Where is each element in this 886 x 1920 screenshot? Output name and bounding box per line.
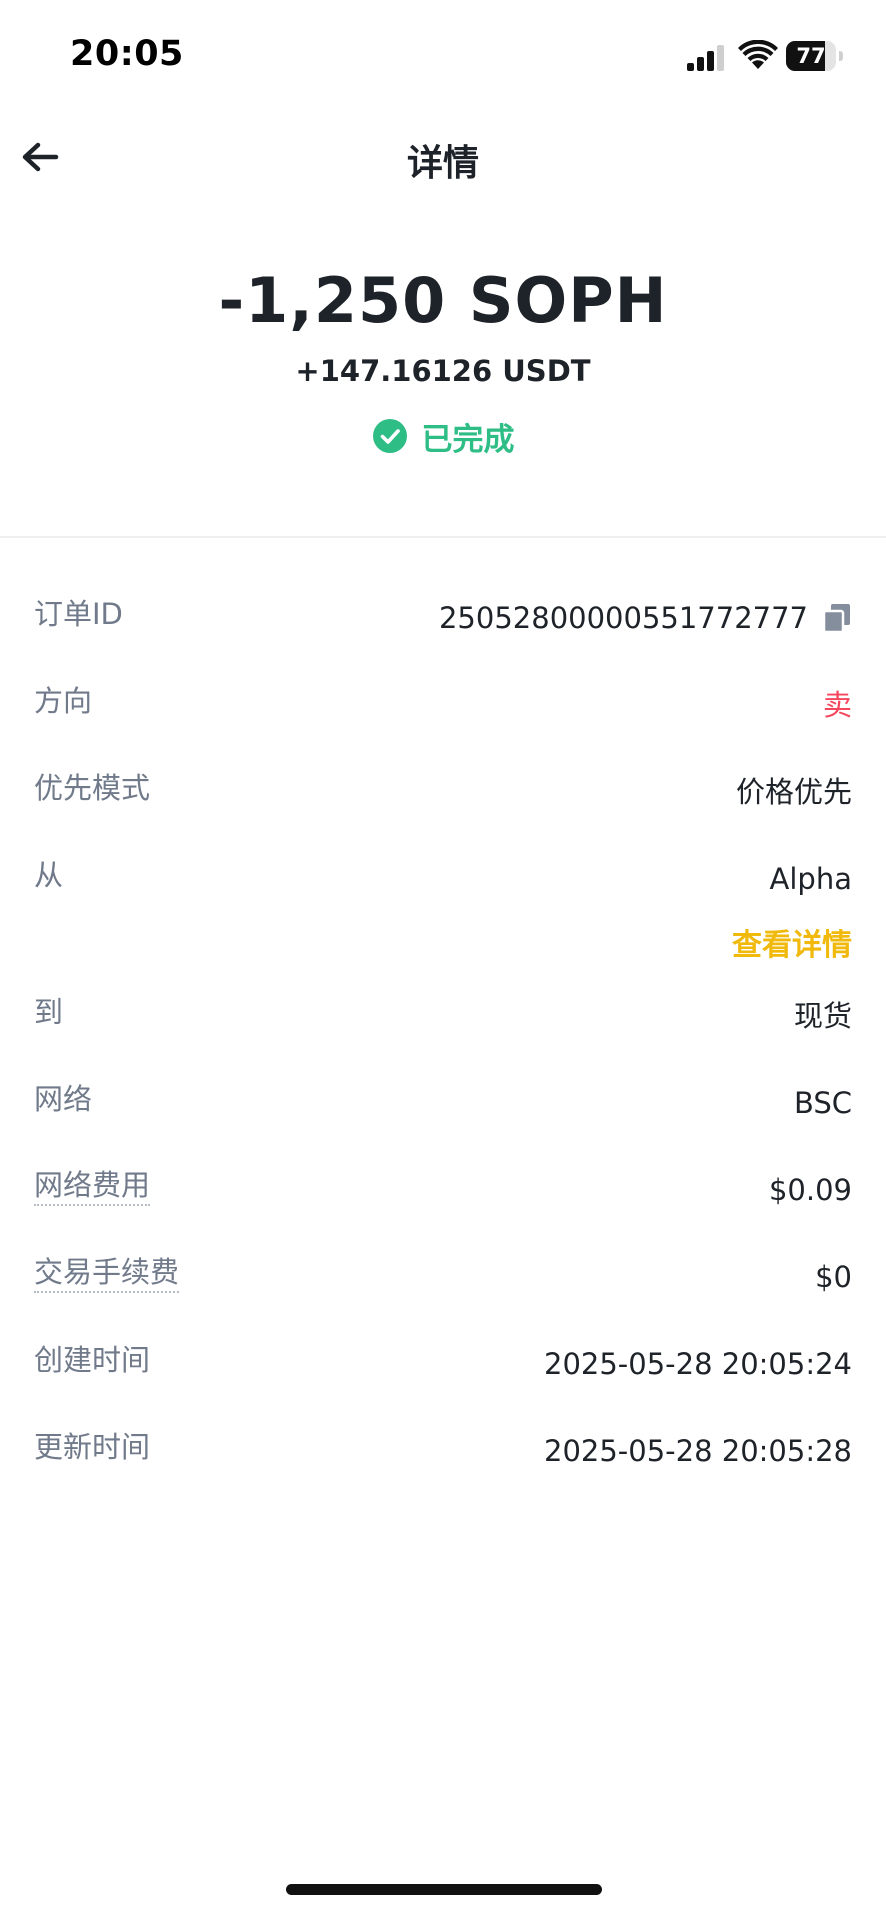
battery-icon: 77 bbox=[786, 41, 844, 71]
network-fee-label[interactable]: 网络费用 bbox=[34, 1166, 151, 1206]
check-circle-icon bbox=[372, 419, 407, 453]
from-value: Alpha bbox=[769, 862, 852, 896]
from-label: 从 bbox=[34, 858, 64, 892]
network-value: BSC bbox=[793, 1086, 852, 1120]
row-trading-fee: 交易手续费 $0 bbox=[34, 1253, 852, 1303]
wifi-icon bbox=[738, 40, 778, 69]
row-direction: 方向 卖 bbox=[34, 681, 852, 731]
trading-fee-label[interactable]: 交易手续费 bbox=[34, 1253, 180, 1293]
updated-time-label: 更新时间 bbox=[34, 1430, 151, 1464]
order-id-value: 25052800000551772777 bbox=[438, 601, 808, 635]
copy-icon[interactable] bbox=[822, 602, 852, 634]
row-order-id: 订单ID 25052800000551772777 bbox=[34, 594, 852, 644]
received-amount: +147.16126 USDT bbox=[295, 354, 591, 388]
status-line: 已完成 bbox=[0, 416, 886, 458]
sold-amount: -1,250 SOPH bbox=[218, 264, 668, 337]
row-network: 网络 BSC bbox=[34, 1079, 852, 1129]
to-label: 到 bbox=[34, 995, 64, 1029]
created-time-value: 2025-05-28 20:05:24 bbox=[544, 1347, 852, 1381]
network-fee-value: $0.09 bbox=[768, 1173, 852, 1207]
direction-value: 卖 bbox=[822, 688, 852, 722]
row-network-fee: 网络费用 $0.09 bbox=[34, 1166, 852, 1216]
battery-tip bbox=[839, 51, 843, 61]
direction-label: 方向 bbox=[34, 684, 93, 718]
status-bar: 20:05 77 bbox=[0, 0, 886, 112]
row-to: 到 现货 bbox=[34, 992, 852, 1042]
battery-body: 77 bbox=[786, 41, 836, 71]
trading-fee-value: $0 bbox=[815, 1260, 852, 1294]
page-title: 详情 bbox=[406, 143, 479, 184]
home-indicator bbox=[286, 1884, 602, 1895]
priority-mode-label: 优先模式 bbox=[34, 771, 151, 805]
created-time-label: 创建时间 bbox=[34, 1343, 151, 1377]
order-id-label: 订单ID bbox=[34, 597, 123, 631]
to-value: 现货 bbox=[793, 999, 852, 1033]
header: 详情 bbox=[0, 112, 886, 202]
row-updated-time: 更新时间 2025-05-28 20:05:28 bbox=[34, 1427, 852, 1477]
row-priority-mode: 优先模式 价格优先 bbox=[34, 768, 852, 818]
battery-level: 77 bbox=[796, 44, 826, 68]
network-label: 网络 bbox=[34, 1082, 93, 1116]
status-text: 已完成 bbox=[421, 421, 515, 458]
transaction-summary: -1,250 SOPH +147.16126 USDT 已完成 bbox=[0, 264, 886, 458]
view-details-link[interactable]: 查看详情 bbox=[732, 926, 852, 966]
row-from: 从 Alpha bbox=[34, 855, 852, 905]
order-id-value-wrap: 25052800000551772777 bbox=[439, 598, 852, 638]
row-created-time: 创建时间 2025-05-28 20:05:24 bbox=[34, 1340, 852, 1390]
status-time: 20:05 bbox=[70, 34, 184, 74]
updated-time-value: 2025-05-28 20:05:28 bbox=[544, 1434, 852, 1468]
divider bbox=[0, 536, 886, 538]
cellular-signal-icon bbox=[687, 45, 724, 71]
priority-mode-value: 价格优先 bbox=[735, 775, 852, 809]
